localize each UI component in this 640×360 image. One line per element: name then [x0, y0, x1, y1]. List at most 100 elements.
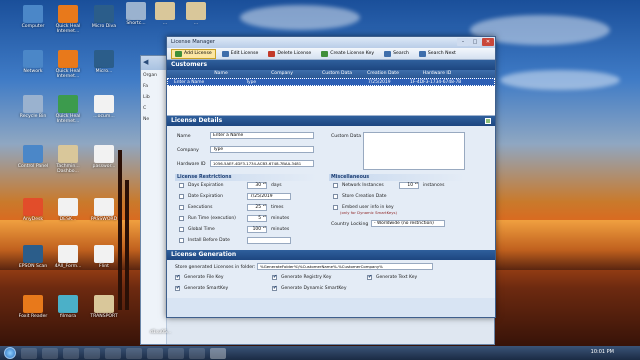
toolbar-button[interactable]: Create License Key — [317, 49, 378, 59]
misc-checkbox[interactable] — [333, 194, 338, 199]
generation-checkbox[interactable] — [272, 285, 277, 291]
save-icon[interactable] — [485, 118, 491, 124]
restriction-checkbox[interactable] — [179, 205, 184, 210]
license-details-panel: Name Enter a Name Company Type Hardware … — [167, 126, 495, 250]
generation-checkbox[interactable] — [175, 285, 180, 291]
generation-option-label: Generate Dynamic SmartKey — [281, 285, 347, 291]
minimize-button[interactable]: – — [457, 38, 469, 46]
hwid-field[interactable]: 1056-5AEF-4DF3-1734-ACB3-6748-7BAA-3481 — [210, 160, 314, 167]
restriction-date-picker[interactable] — [247, 236, 291, 244]
generation-option-label: Generate Text Key — [376, 274, 418, 280]
desktop-icon[interactable]: DESK... — [51, 198, 85, 222]
desktop-icon[interactable]: ... — [148, 2, 182, 26]
maximize-button[interactable]: □ — [469, 38, 481, 46]
misc-spinner[interactable]: 10 — [399, 181, 419, 189]
desktop-icon[interactable]: Tachmin... Dashbo... — [51, 145, 85, 174]
app-icon — [58, 245, 78, 263]
taskbar-item[interactable] — [42, 347, 58, 359]
sidebar-item[interactable]: C — [141, 103, 166, 114]
restriction-spinner[interactable]: 5 — [247, 214, 267, 222]
sidebar-item[interactable]: Fa — [141, 81, 166, 92]
toolbar-button[interactable]: Add License — [171, 48, 216, 59]
taskbar-item[interactable] — [147, 347, 163, 359]
col-company[interactable]: Company — [251, 70, 313, 78]
desktop-icon[interactable]: Quick Heal Internet... — [51, 50, 85, 79]
desktop-icon[interactable]: Flint — [87, 245, 121, 269]
restriction-unit: minutes — [271, 226, 290, 232]
sidebar-item[interactable]: Ne — [141, 114, 166, 125]
desktop-icon[interactable]: ...ocum... — [87, 95, 121, 119]
col-name[interactable]: Name — [191, 70, 251, 78]
taskbar-item[interactable] — [168, 347, 184, 359]
start-button[interactable] — [4, 347, 16, 359]
desktop-icon[interactable]: Foxit Reader — [16, 295, 50, 319]
taskbar-item[interactable] — [105, 347, 121, 359]
generation-checkbox[interactable] — [367, 274, 372, 280]
custom-data-field[interactable] — [363, 132, 465, 170]
restriction-checkbox[interactable] — [179, 227, 184, 232]
desktop-icon[interactable]: Micro... — [87, 50, 121, 74]
desktop-icon[interactable]: Micro Diva — [87, 5, 121, 29]
restriction-checkbox[interactable] — [179, 194, 184, 199]
store-folder-field[interactable]: %GenerateFolder%\%CustomerName%-%Custome… — [257, 263, 433, 270]
desktop-icon[interactable]: ... — [179, 2, 213, 26]
app-icon — [58, 5, 78, 23]
generation-checkbox[interactable] — [272, 274, 277, 280]
desktop-icon[interactable]: Recycle Bin — [16, 95, 50, 119]
col-hardware-id[interactable]: Hardware ID — [405, 70, 469, 78]
desktop-icon-label: filmora — [59, 314, 77, 319]
desktop-icon-label: PASSWORD — [90, 217, 118, 222]
toolbar-button[interactable]: Search — [380, 49, 413, 59]
desktop-icon[interactable]: PASSWORD — [87, 198, 121, 222]
generation-checkbox[interactable] — [175, 274, 180, 280]
table-row[interactable]: Enter a Name Type 7/25/2019 1F-4DF3-1734… — [167, 78, 495, 86]
organize-label[interactable]: Organ — [141, 70, 166, 81]
toolbar-button[interactable]: Delete License — [264, 49, 315, 59]
col-custom-data[interactable]: Custom Data — [313, 70, 361, 78]
restriction-spinner[interactable]: 30 — [247, 181, 267, 189]
license-restrictions-title: License Restrictions — [175, 174, 317, 181]
restriction-spinner[interactable]: 100 — [247, 225, 267, 233]
company-field[interactable]: Type — [210, 146, 314, 153]
desktop-icon[interactable]: Computer — [16, 5, 50, 29]
desktop-icon[interactable]: Network — [16, 50, 50, 74]
taskbar-item[interactable] — [21, 347, 37, 359]
desktop-icon-label: Micro Diva — [91, 24, 117, 29]
toolbar-button[interactable]: Edit License — [218, 49, 263, 59]
taskbar-item[interactable] — [126, 347, 142, 359]
toolbar-label: Search Next — [427, 51, 456, 56]
app-icon — [23, 50, 43, 68]
restriction-checkbox[interactable] — [179, 183, 184, 188]
country-locking-select[interactable]: - Worldwide (no restriction) — [371, 220, 445, 227]
restriction-checkbox[interactable] — [179, 238, 184, 243]
customers-title: Customers — [171, 61, 208, 68]
toolbar-button[interactable]: Search Next — [415, 49, 460, 59]
app-icon — [126, 2, 146, 20]
app-icon — [58, 295, 78, 313]
desktop-icon[interactable]: passwor... — [87, 145, 121, 169]
desktop-icon-label: Micro... — [95, 69, 113, 74]
restriction-spinner[interactable]: 25 — [247, 203, 267, 211]
sidebar-item[interactable]: Lib — [141, 92, 166, 103]
desktop-icon[interactable]: TRANSPORT — [87, 295, 121, 319]
desktop-icon[interactable]: Quick Heal Internet... — [51, 95, 85, 124]
clock[interactable]: 10:01 PM — [591, 349, 614, 355]
taskbar-item[interactable] — [84, 347, 100, 359]
taskbar-item-active[interactable] — [210, 347, 226, 359]
restriction-date-picker[interactable]: 7/25/2019 — [247, 192, 291, 200]
desktop-icon[interactable]: AnyDesk — [16, 198, 50, 222]
desktop-icon[interactable]: EPSON Scan — [16, 245, 50, 269]
taskbar-item[interactable] — [63, 347, 79, 359]
name-field[interactable]: Enter a Name — [210, 132, 314, 139]
misc-checkbox[interactable] — [333, 205, 338, 210]
col-creation-date[interactable]: Creation Date — [361, 70, 405, 78]
taskbar-item[interactable] — [189, 347, 205, 359]
restriction-checkbox[interactable] — [179, 216, 184, 221]
desktop-icon[interactable]: Control Panel — [16, 145, 50, 169]
desktop-icon[interactable]: filmora — [51, 295, 85, 319]
close-button[interactable]: ✕ — [482, 38, 494, 46]
desktop-icon[interactable]: 4All_Form... — [51, 245, 85, 269]
desktop-icon[interactable]: Quick Heal Internet... — [51, 5, 85, 34]
misc-checkbox[interactable] — [333, 183, 338, 188]
back-icon[interactable]: ◀ — [143, 58, 148, 66]
